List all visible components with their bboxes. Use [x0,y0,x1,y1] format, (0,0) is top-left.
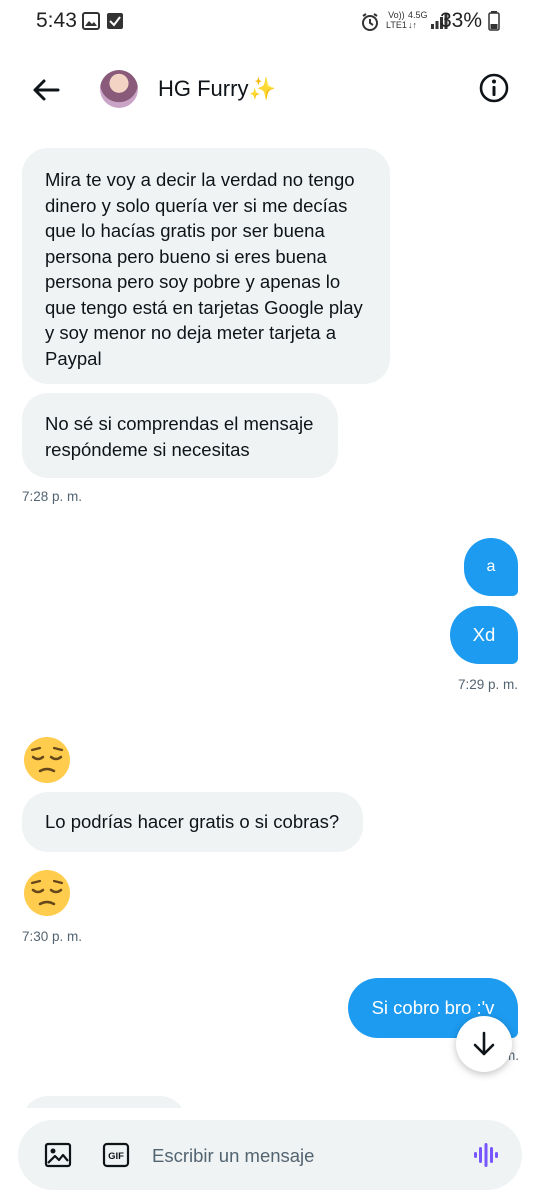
check-notification-icon [107,13,123,29]
message-input[interactable] [150,1138,454,1174]
avatar[interactable] [100,70,138,108]
message-bubble-received[interactable]: No sé si comprendas el mensaje respóndem… [22,393,338,478]
sparkle-emoji: ✨ [248,76,276,101]
svg-text:GIF: GIF [108,1151,124,1162]
network-type: 4.5G ↓↑ [408,10,428,30]
status-bar: 5:43 Vo)) LTE1 4.5G ↓↑ 33% [0,0,540,44]
message-bubble-received[interactable]: Mira te voy a decir la verdad no tengo d… [22,148,390,384]
composer-bar: GIF [0,1108,540,1200]
contact-name: HG Furry [158,76,249,101]
alarm-icon [362,13,378,31]
scroll-to-bottom-button[interactable] [456,1016,512,1072]
message-bubble-sent[interactable]: Xd [450,606,518,664]
gallery-notification-icon [82,12,100,30]
arrow-down-icon [473,1031,495,1056]
voice-message-icon[interactable] [472,1141,500,1169]
message-bubble-received[interactable]: Lo podrías hacer gratis o si cobras? [22,792,363,852]
message-composer: GIF [18,1120,522,1190]
image-icon[interactable] [44,1141,72,1169]
back-arrow-icon[interactable] [28,72,64,108]
message-bubble-sent[interactable]: a [464,538,518,596]
chat-title[interactable]: HG Furry✨ [158,76,276,102]
pensive-face-emoji[interactable] [22,868,72,918]
chat-header: HG Furry✨ [0,58,540,122]
gif-icon[interactable]: GIF [102,1142,130,1168]
message-timestamp: 7:29 p. m. [458,677,519,692]
info-icon[interactable] [478,72,510,104]
pensive-face-emoji[interactable] [22,735,72,785]
status-time: 5:43 [36,9,77,32]
battery-percent: 33% [439,9,482,32]
message-timestamp: 7:28 p. m. [22,489,83,504]
volte-indicator: Vo)) LTE1 [386,10,407,30]
battery-icon [488,11,500,31]
message-timestamp: 7:30 p. m. [22,929,83,944]
